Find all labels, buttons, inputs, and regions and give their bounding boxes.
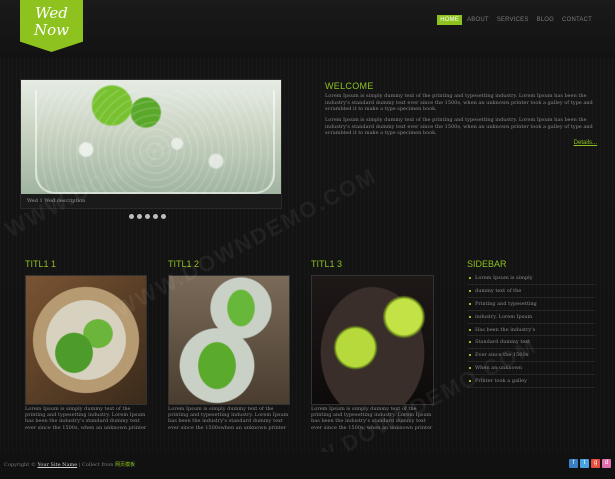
logo-line-2: Now — [34, 21, 69, 39]
googleplus-icon[interactable]: g — [591, 459, 600, 468]
slider-dot[interactable] — [145, 214, 150, 219]
card-text-1: Lorem Ipsum is simply dummy text of the … — [25, 406, 147, 431]
copyright: Copyright © Your Site Name | Collect fro… — [4, 461, 135, 468]
slider-dot[interactable] — [137, 214, 142, 219]
copyright-prefix: Copyright © — [4, 462, 38, 468]
slider-dot[interactable] — [129, 214, 134, 219]
sidebar-item[interactable]: industry. Lorem Ipsum — [467, 311, 595, 324]
site-name-link[interactable]: Your Site Name — [37, 462, 77, 468]
header — [0, 0, 615, 58]
sidebar-item[interactable]: Has been the industry's — [467, 324, 595, 337]
welcome-title: WELCOME — [325, 81, 374, 91]
footer: Copyright © Your Site Name | Collect fro… — [0, 452, 615, 479]
sidebar-item[interactable]: dummy text of the — [467, 285, 595, 298]
card-image-3[interactable] — [311, 275, 434, 405]
nav-blog[interactable]: BLOG — [534, 15, 557, 25]
details-link[interactable]: Details... — [574, 140, 597, 146]
sidebar-item[interactable]: Printing and typesetting — [467, 298, 595, 311]
card-text-2: Lorem Ipsum is simply dummy text of the … — [168, 406, 289, 431]
page: Wed Now HOME ABOUT SERVICES BLOG CONTACT… — [0, 0, 615, 479]
welcome-paragraph-1: Lorem Ipsum is simply dummy text of the … — [325, 93, 593, 112]
facebook-icon[interactable]: f — [569, 459, 578, 468]
brand-link[interactable]: 网页模板 — [115, 462, 135, 468]
nav-about[interactable]: ABOUT — [464, 15, 492, 25]
copyright-middle: | Collect from — [77, 462, 116, 468]
dribbble-icon[interactable]: d — [602, 459, 611, 468]
social-links: f t g d — [569, 459, 611, 468]
twitter-icon[interactable]: t — [580, 459, 589, 468]
logo-line-1: Wed — [35, 4, 68, 22]
card-title-1: TITL1 1 — [25, 259, 57, 269]
nav-services[interactable]: SERVICES — [494, 15, 532, 25]
slider-dot[interactable] — [153, 214, 158, 219]
card-image-2[interactable] — [168, 275, 290, 405]
sidebar-title: SIDEBAR — [467, 259, 507, 269]
slider-dot[interactable] — [161, 214, 166, 219]
logo[interactable]: Wed Now — [20, 0, 83, 52]
sidebar-item[interactable]: Lorem Ipsum is simply — [467, 272, 595, 285]
main-nav: HOME ABOUT SERVICES BLOG CONTACT — [437, 15, 595, 25]
nav-home[interactable]: HOME — [437, 15, 463, 25]
slider-pagination — [129, 214, 166, 219]
card-title-3: TITL1 3 — [311, 259, 343, 269]
nav-contact[interactable]: CONTACT — [559, 15, 595, 25]
welcome-paragraph-2: Lorem Ipsum is simply dummy text of the … — [325, 117, 593, 136]
